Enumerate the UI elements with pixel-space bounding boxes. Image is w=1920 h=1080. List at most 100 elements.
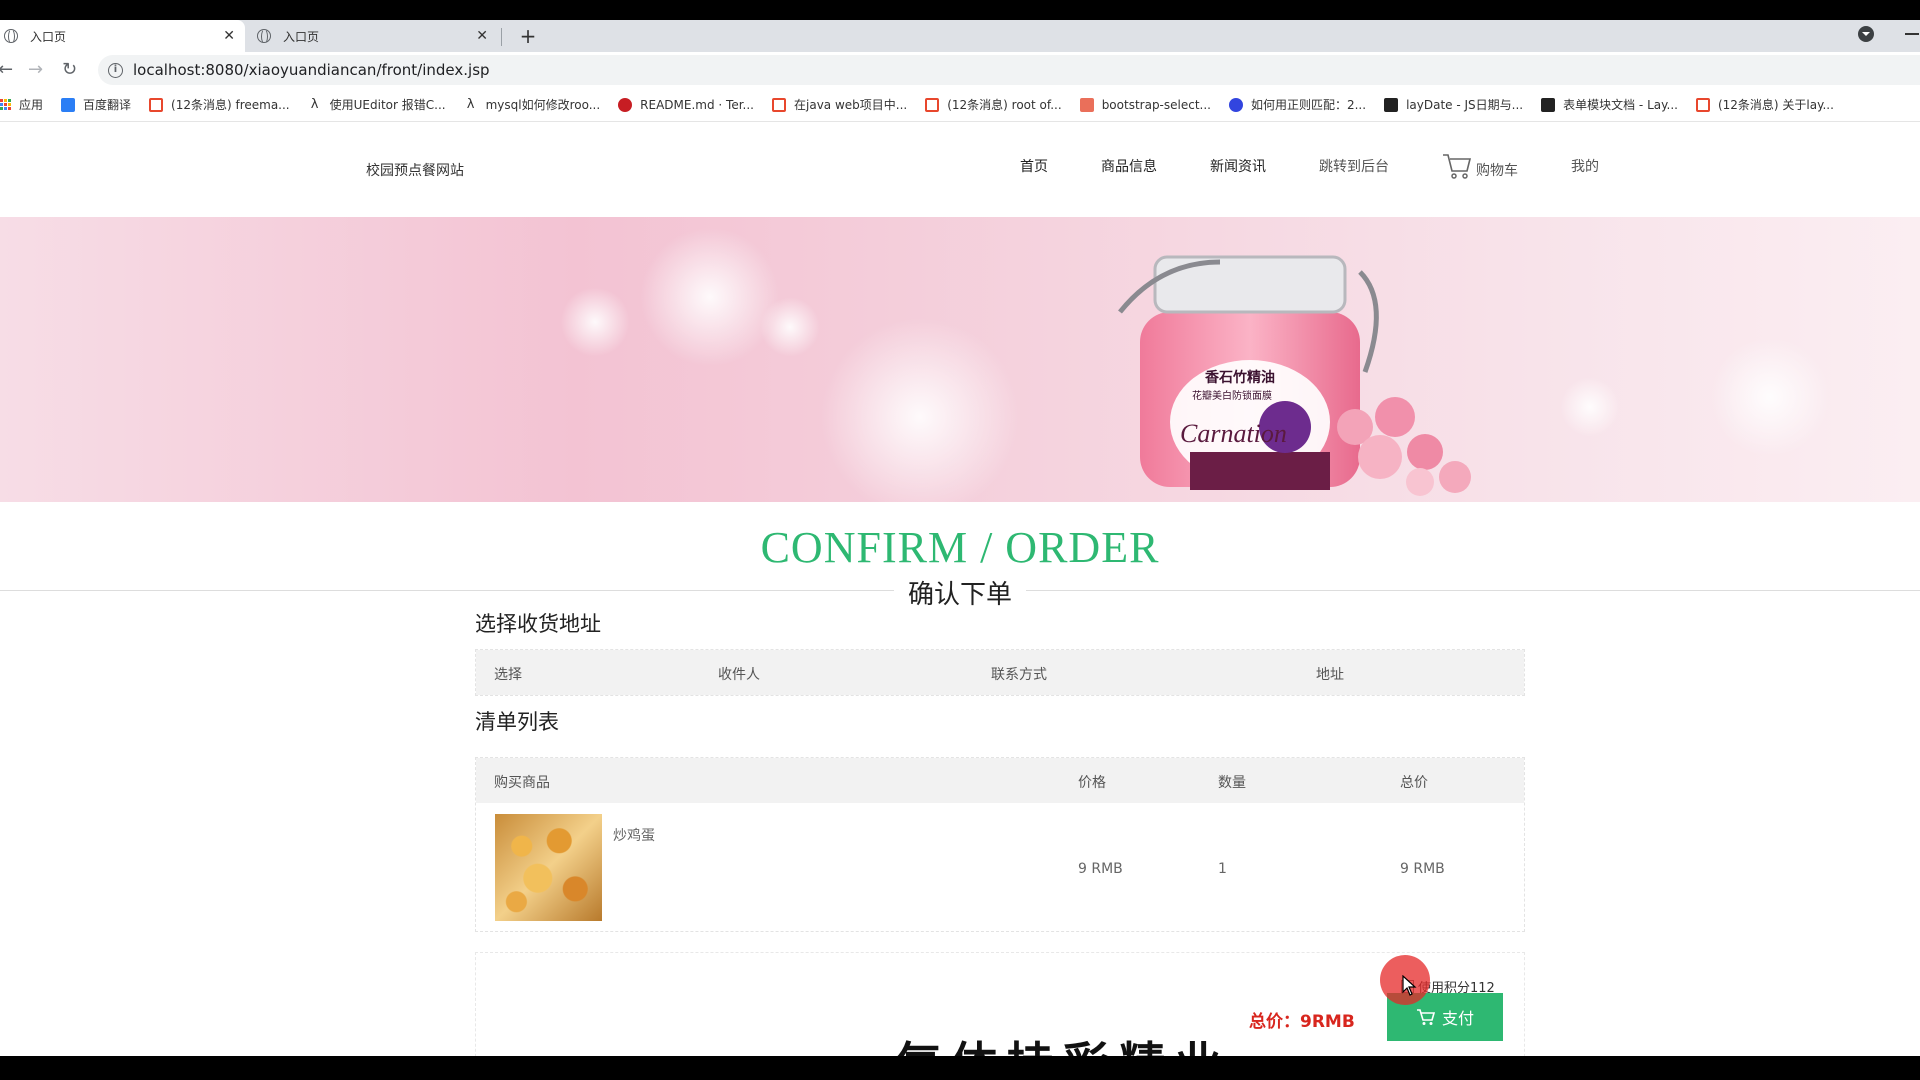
nav-mine[interactable]: 我的 (1571, 156, 1599, 176)
info-icon[interactable]: i (108, 62, 123, 78)
tab-title: 入口页 (283, 29, 320, 44)
product-name[interactable]: 炒鸡蛋 (613, 825, 655, 845)
address-table-header: 选择 收件人 联系方式 地址 (476, 650, 1524, 695)
site-logo[interactable]: 校园预点餐网站 (366, 160, 464, 180)
confirm-order-subtitle-wrap: 确认下单 (0, 574, 1920, 611)
bookmark-label: 应用 (19, 98, 44, 112)
bookmark-item[interactable]: 表单模块文档 - Lay... (1541, 96, 1678, 113)
header-address: 地址 (1316, 667, 1344, 683)
table-row: 炒鸡蛋 9 RMB 1 9 RMB (476, 803, 1524, 931)
bookmark-item[interactable]: bootstrap-select... (1079, 97, 1211, 112)
jar-label-line1: 香石竹精油 (1204, 369, 1275, 386)
bookmark-item[interactable]: 百度翻译 (61, 96, 131, 113)
site-nav: 首页 商品信息 新闻资讯 跳转到后台 购物车 我的 (1020, 152, 1652, 180)
back-arrow-icon[interactable]: ← (0, 58, 13, 82)
jar-label-line2: 花瓣美白防锁面膜 (1192, 389, 1272, 402)
shopping-cart-icon (1443, 154, 1472, 179)
header-quantity: 数量 (1218, 775, 1246, 791)
header-contact: 联系方式 (991, 667, 1047, 683)
bookmark-label: bootstrap-select... (1101, 97, 1211, 112)
product-image[interactable] (495, 814, 602, 921)
header-recipient: 收件人 (718, 667, 760, 683)
header-total: 总价 (1400, 775, 1428, 791)
minimize-icon[interactable] (1905, 33, 1919, 35)
csdn-icon (772, 97, 786, 112)
screen-bottom-bar (0, 1056, 1920, 1080)
nav-home[interactable]: 首页 (1020, 156, 1048, 176)
mouse-cursor-icon (1402, 975, 1417, 996)
globe-icon (4, 29, 18, 44)
tab-separator (501, 28, 502, 46)
new-tab-icon[interactable]: + (516, 20, 540, 52)
browser-tab-2[interactable]: 入口页 ✕ (253, 20, 498, 52)
cart-label: 购物车 (1476, 163, 1518, 179)
lambda-icon: λ (310, 96, 319, 112)
jianshu-icon (1079, 97, 1094, 112)
browser-tab-1[interactable]: 入口页 ✕ (0, 20, 245, 52)
product-quantity: 1 (1218, 861, 1227, 877)
header-product: 购买商品 (494, 775, 550, 791)
order-table-header: 购买商品 价格 数量 总价 (476, 758, 1524, 803)
url-text: localhost:8080/xiaoyuandiancan/front/ind… (133, 61, 490, 79)
bookmark-item[interactable]: layDate - JS日期与... (1384, 96, 1523, 113)
promo-banner: 香石竹精油 花瓣美白防锁面膜 Carnation (0, 217, 1920, 502)
gitee-icon (618, 97, 633, 112)
bookmark-label: (12条消息) 关于lay... (1717, 98, 1834, 112)
close-icon[interactable]: ✕ (476, 28, 488, 44)
bookmark-label: (12条消息) freema... (171, 98, 290, 112)
bookmark-item[interactable]: (12条消息) 关于lay... (1695, 96, 1834, 113)
order-total: 总价：9RMB (1249, 1012, 1355, 1032)
lambda-icon: λ (466, 96, 475, 112)
jar-script-label: Carnation (1180, 419, 1287, 448)
profile-menu-icon[interactable] (1858, 26, 1874, 42)
bookmark-item[interactable]: λ mysql如何修改roo... (464, 96, 600, 113)
confirm-order-subtitle: 确认下单 (893, 580, 1026, 610)
bookmark-label: layDate - JS日期与... (1406, 98, 1524, 112)
partial-heading: 气体持彩精业 (895, 1034, 1231, 1056)
csdn-icon (149, 97, 164, 112)
tab-title: 入口页 (30, 29, 67, 44)
product-price: 9 RMB (1078, 861, 1123, 877)
bookmark-item[interactable]: (12条消息) root of... (925, 96, 1062, 113)
apps-grid-icon (0, 99, 11, 110)
forward-arrow-icon[interactable]: → (28, 58, 43, 82)
bookmark-label: 表单模块文档 - Lay... (1563, 98, 1678, 112)
bokeh-light (560, 287, 630, 357)
header-select: 选择 (494, 667, 522, 683)
bookmark-item[interactable]: (12条消息) freema... (149, 96, 290, 113)
bookmarks-bar: 应用 百度翻译 (12条消息) freema... λ 使用UEditor 报错… (0, 88, 1920, 122)
nav-cart[interactable]: 购物车 (1442, 152, 1518, 180)
address-section-title: 选择收货地址 (475, 612, 601, 636)
bookmark-label: README.md · Ter... (640, 97, 754, 112)
browser-tabstrip: 入口页 ✕ 入口页 ✕ (0, 20, 1920, 52)
bokeh-light (1710, 337, 1830, 457)
address-table: 选择 收件人 联系方式 地址 (475, 649, 1525, 696)
bookmark-label: (12条消息) root of... (947, 98, 1062, 112)
layui-icon (1384, 97, 1399, 112)
csdn-icon (925, 97, 940, 112)
csdn-icon (1695, 97, 1710, 112)
bookmark-item[interactable]: README.md · Ter... (618, 97, 754, 112)
globe-icon (257, 29, 271, 44)
address-bar[interactable]: i localhost:8080/xiaoyuandiancan/front/i… (98, 55, 1920, 85)
bookmark-item[interactable]: λ 使用UEditor 报错C... (308, 96, 446, 113)
nav-admin[interactable]: 跳转到后台 (1319, 156, 1389, 176)
bookmark-label: 在java web项目中... (794, 98, 908, 112)
baidu-translate-icon (61, 97, 76, 112)
nav-news[interactable]: 新闻资讯 (1210, 156, 1266, 176)
roses-image (1337, 397, 1471, 496)
bokeh-light (760, 297, 820, 357)
bookmark-item[interactable]: 如何用正则匹配：2... (1228, 96, 1366, 113)
bokeh-light (820, 317, 1020, 502)
order-table: 购买商品 价格 数量 总价 炒鸡蛋 9 RMB 1 9 RMB (475, 757, 1525, 932)
cart-icon (1416, 1009, 1436, 1025)
close-icon[interactable]: ✕ (223, 28, 235, 44)
web-page: 校园预点餐网站 首页 商品信息 新闻资讯 跳转到后台 购物车 我的 香石竹精油 … (0, 122, 1920, 1056)
bokeh-light (640, 227, 780, 367)
reload-icon[interactable]: ↻ (62, 58, 77, 82)
confirm-order-title: CONFIRM / ORDER (760, 523, 1160, 572)
site-header: 校园预点餐网站 首页 商品信息 新闻资讯 跳转到后台 购物车 我的 (0, 122, 1920, 217)
bookmark-item[interactable]: 在java web项目中... (772, 96, 907, 113)
bookmark-apps[interactable]: 应用 (0, 96, 43, 113)
nav-products[interactable]: 商品信息 (1101, 156, 1157, 176)
